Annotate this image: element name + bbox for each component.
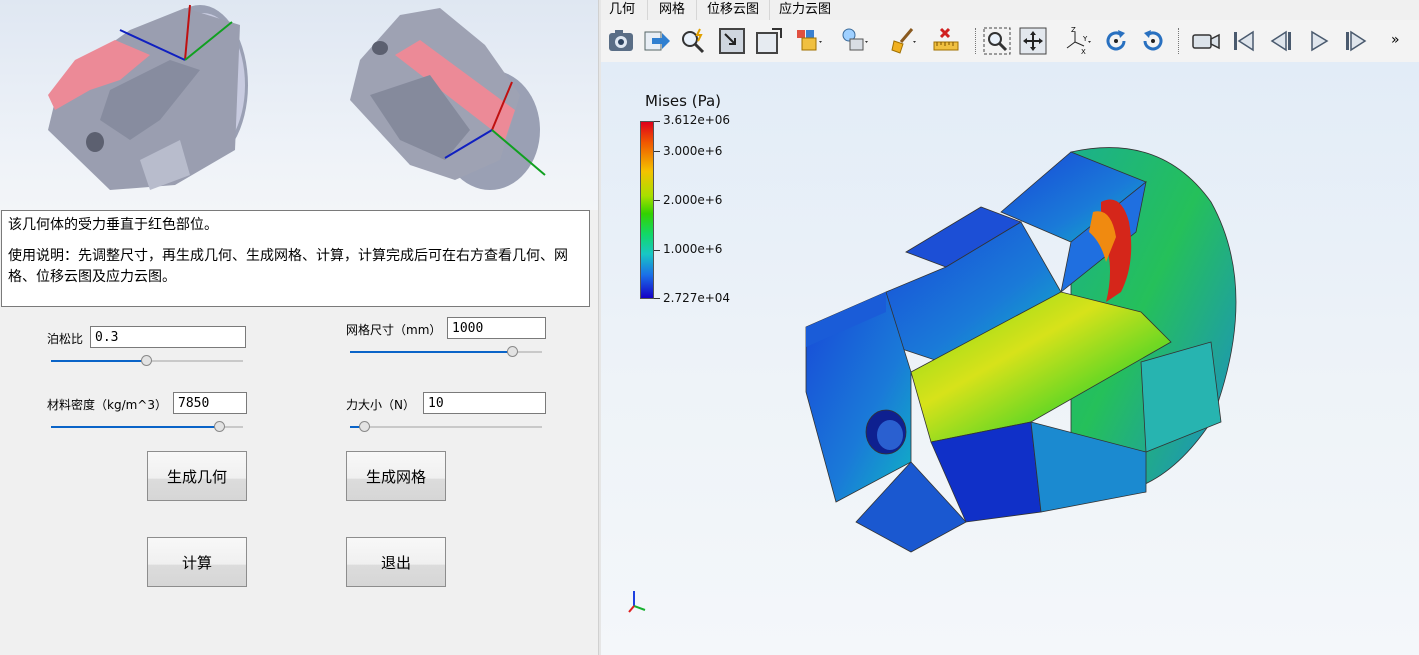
zoom-interactive-icon[interactable]	[678, 26, 708, 56]
poisson-input[interactable]	[90, 326, 246, 348]
part-view-front	[48, 4, 248, 190]
zoom-box-icon[interactable]	[982, 26, 1012, 56]
rotate-ccw-icon[interactable]	[1138, 26, 1168, 56]
light-icon[interactable]	[840, 26, 870, 56]
render-viewport[interactable]: Mises (Pa) 3.612e+06 3.000e+6 2.000e+6 1…	[601, 62, 1419, 655]
generate-geometry-button[interactable]: 生成几何	[147, 451, 247, 501]
force-slider-thumb[interactable]	[359, 421, 371, 432]
mesh-size-slider[interactable]	[350, 346, 542, 358]
last-frame-icon[interactable]	[1341, 26, 1371, 56]
mesh-size-slider-fill	[350, 351, 514, 353]
toolbar: ZYX »	[601, 20, 1419, 63]
rotate-cw-icon[interactable]	[1101, 26, 1131, 56]
density-input[interactable]	[173, 392, 247, 414]
description-line-1: 该几何体的受力垂直于红色部位。	[8, 217, 218, 233]
stress-contour-model	[805, 147, 1237, 553]
poisson-slider[interactable]	[51, 355, 243, 367]
mesh-size-slider-thumb[interactable]	[507, 346, 519, 357]
generate-mesh-button[interactable]: 生成网格	[346, 451, 446, 501]
orientation-axes-icon	[628, 591, 646, 613]
tab-stress[interactable]: 应力云图	[769, 0, 840, 20]
axes-orient-icon[interactable]: ZYX	[1062, 26, 1092, 56]
view-tabs: 几何 网格 位移云图 应力云图	[601, 0, 1419, 20]
tab-displacement[interactable]: 位移云图	[696, 0, 769, 20]
tab-geometry[interactable]: 几何	[601, 0, 643, 20]
density-slider-fill	[51, 426, 220, 428]
prev-frame-icon[interactable]	[1266, 26, 1296, 56]
measure-ruler-icon[interactable]	[932, 26, 962, 56]
shapes-color-icon[interactable]	[794, 26, 824, 56]
density-slider-thumb[interactable]	[213, 421, 225, 432]
svg-text:Z: Z	[1071, 26, 1076, 34]
description-box: 该几何体的受力垂直于红色部位。 使用说明：先调整尺寸，再生成几何、生成网格、计算…	[1, 210, 590, 307]
first-frame-icon[interactable]	[1229, 26, 1259, 56]
tab-mesh[interactable]: 网格	[647, 0, 696, 20]
toolbar-overflow-button[interactable]: »	[1391, 32, 1400, 48]
mesh-size-input[interactable]	[447, 317, 546, 339]
exit-button[interactable]: 退出	[346, 537, 446, 587]
right-panel: 几何 网格 位移云图 应力云图 Z Y X » Mises (Pa) 3.612…	[601, 0, 1419, 655]
description-line-2: 使用说明：先调整尺寸，再生成几何、生成网格、计算，计算完成后可在右方查看几何、网…	[8, 248, 568, 285]
video-camera-icon[interactable]	[1191, 26, 1221, 56]
compute-button[interactable]: 计算	[147, 537, 247, 587]
play-icon[interactable]	[1304, 26, 1334, 56]
poisson-slider-thumb[interactable]	[141, 355, 152, 366]
left-panel: 该几何体的受力垂直于红色部位。 使用说明：先调整尺寸，再生成几何、生成网格、计算…	[0, 0, 598, 655]
mesh-size-label: 网格尺寸（mm）	[346, 323, 442, 337]
geometry-preview-image	[48, 4, 546, 190]
force-label: 力大小（N）	[346, 398, 415, 412]
fit-selection-icon[interactable]	[717, 26, 747, 56]
toolbar-separator	[975, 28, 978, 54]
maximize-icon[interactable]	[754, 26, 784, 56]
poisson-slider-fill	[51, 360, 147, 362]
force-input[interactable]	[423, 392, 546, 414]
part-view-back	[350, 8, 546, 190]
clear-broom-icon[interactable]	[888, 26, 918, 56]
camera-icon[interactable]	[606, 26, 636, 56]
export-arrow-icon[interactable]	[642, 26, 672, 56]
pan-icon[interactable]	[1018, 26, 1048, 56]
density-label: 材料密度（kg/m^3）	[47, 398, 167, 412]
poisson-label: 泊松比	[47, 332, 84, 346]
toolbar-separator-2	[1178, 28, 1181, 54]
density-slider[interactable]	[51, 421, 243, 433]
svg-text:X: X	[1081, 48, 1086, 56]
geometry-preview	[0, 0, 598, 210]
svg-text:Y: Y	[1082, 35, 1088, 43]
force-slider[interactable]	[350, 421, 542, 433]
